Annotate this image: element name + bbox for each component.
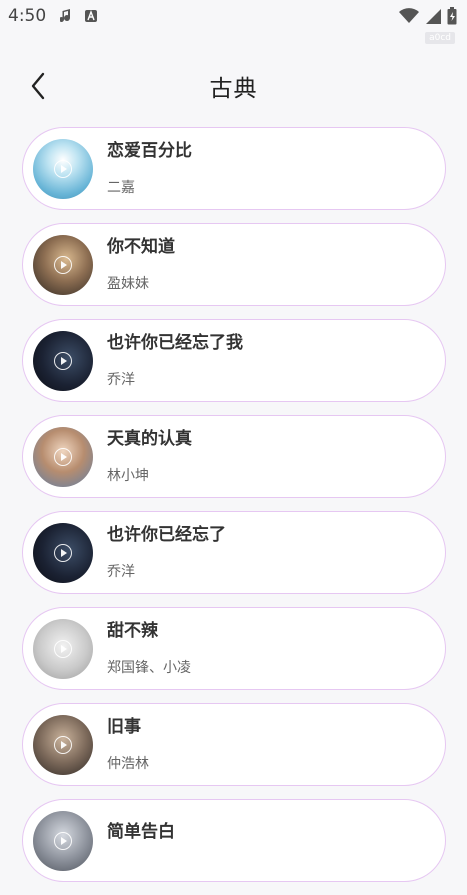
app-notification-icon (85, 10, 98, 22)
song-title: 旧事 (107, 717, 141, 737)
song-cover (33, 330, 93, 391)
song-cover (33, 426, 93, 487)
signal-icon (426, 9, 441, 24)
play-icon (54, 159, 72, 178)
page-title: 古典 (209, 76, 258, 102)
song-list: 恋爱百分比 二嘉 你不知道 盈妹妹 也许你已经忘了我 乔洋 天真的认真 林小坤 (22, 127, 446, 895)
song-list-item[interactable]: 你不知道 盈妹妹 (22, 223, 446, 306)
debug-badge: a0cd (425, 32, 455, 44)
song-cover (33, 714, 93, 775)
play-icon (54, 831, 72, 850)
app-bar: 古典 (0, 60, 467, 112)
song-artist: 仲浩林 (107, 756, 149, 772)
song-cover (33, 618, 93, 679)
play-icon (54, 351, 72, 370)
song-artist: 林小坤 (107, 468, 149, 484)
song-list-item[interactable]: 也许你已经忘了我 乔洋 (22, 319, 446, 402)
song-artist: 盈妹妹 (107, 276, 149, 292)
song-cover (33, 522, 93, 583)
song-cover (33, 810, 93, 871)
song-list-item[interactable]: 旧事 仲浩林 (22, 703, 446, 786)
song-title: 也许你已经忘了我 (107, 333, 243, 353)
song-title: 简单告白 (107, 822, 175, 842)
battery-icon (447, 7, 457, 25)
song-title: 恋爱百分比 (107, 141, 192, 161)
play-icon (54, 543, 72, 562)
play-icon (54, 447, 72, 466)
back-button[interactable] (22, 70, 54, 102)
status-time: 4:50 (8, 6, 47, 26)
song-list-item[interactable]: 天真的认真 林小坤 (22, 415, 446, 498)
song-list-item[interactable]: 甜不辣 郑国锋、小凌 (22, 607, 446, 690)
song-list-item[interactable]: 也许你已经忘了 乔洋 (22, 511, 446, 594)
music-note-icon (60, 9, 71, 22)
song-title: 也许你已经忘了 (107, 525, 226, 545)
play-icon (54, 639, 72, 658)
song-artist: 乔洋 (107, 564, 135, 580)
song-artist: 郑国锋、小凌 (107, 660, 191, 676)
chevron-left-icon (31, 72, 45, 100)
song-artist: 二嘉 (107, 180, 135, 196)
song-cover (33, 138, 93, 199)
song-title: 你不知道 (107, 237, 175, 257)
song-title: 甜不辣 (107, 621, 158, 641)
song-title: 天真的认真 (107, 429, 192, 449)
song-artist: 乔洋 (107, 372, 135, 388)
play-icon (54, 735, 72, 754)
song-cover (33, 234, 93, 295)
song-list-item[interactable]: 恋爱百分比 二嘉 (22, 127, 446, 210)
play-icon (54, 255, 72, 274)
status-bar: 4:50 (0, 0, 467, 32)
song-list-item[interactable]: 简单告白 (22, 799, 446, 882)
wifi-icon (399, 8, 419, 23)
